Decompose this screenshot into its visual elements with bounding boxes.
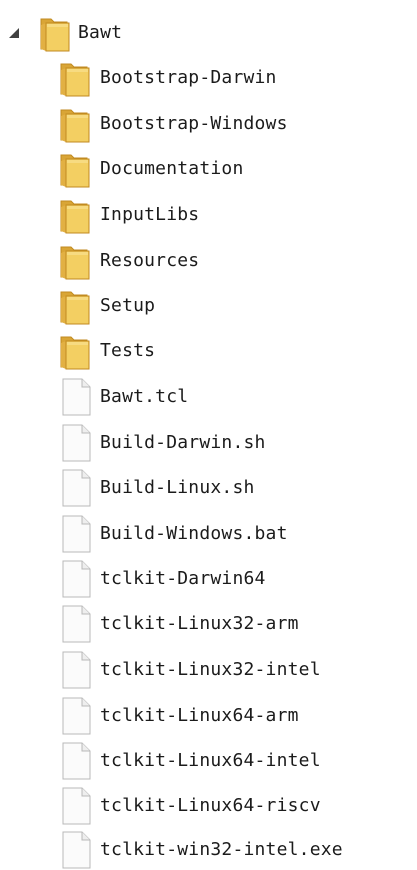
tree-node-label: Build-Windows.bat	[100, 523, 288, 544]
tree-node-folder[interactable]: InputLibs	[0, 195, 417, 235]
tree-node-label: tclkit-Linux64-intel	[100, 750, 321, 771]
file-icon	[60, 741, 94, 781]
tree-node-label: Bootstrap-Windows	[100, 113, 288, 134]
file-icon	[60, 786, 94, 826]
tree-node-label: Tests	[100, 340, 156, 361]
tree-node-label: tclkit-win32-intel.exe	[100, 839, 343, 860]
folder-icon	[38, 13, 72, 53]
folder-icon	[58, 241, 92, 281]
tree-node-label: Bawt	[78, 22, 123, 43]
tree-node-folder[interactable]: Bootstrap-Windows	[0, 104, 417, 144]
tree-node-folder[interactable]: Bootstrap-Darwin	[0, 58, 417, 98]
file-icon	[60, 559, 94, 599]
tree-node-label: Documentation	[100, 158, 244, 179]
tree-node-label: Build-Linux.sh	[100, 477, 255, 498]
tree-node-file[interactable]: tclkit-Darwin64	[0, 559, 417, 599]
tree-node-label: Resources	[100, 250, 200, 271]
file-icon	[60, 830, 94, 870]
folder-icon	[58, 195, 92, 235]
tree-node-label: Bawt.tcl	[100, 386, 189, 407]
tree-node-label: Bootstrap-Darwin	[100, 67, 277, 88]
tree-node-file[interactable]: Build-Darwin.sh	[0, 423, 417, 463]
tree-node-file[interactable]: Bawt.tcl	[0, 377, 417, 417]
tree-node-label: tclkit-Linux32-intel	[100, 659, 321, 680]
folder-icon	[58, 149, 92, 189]
tree-node-file[interactable]: tclkit-Linux32-arm	[0, 604, 417, 644]
folder-icon	[58, 104, 92, 144]
tree-node-label: Setup	[100, 295, 156, 316]
tree-node-folder[interactable]: Documentation	[0, 149, 417, 189]
file-icon	[60, 696, 94, 736]
file-icon	[60, 423, 94, 463]
tree-node-label: tclkit-Linux64-arm	[100, 705, 299, 726]
tree-node-file[interactable]: tclkit-win32-intel.exe	[0, 830, 417, 870]
tree-node-file[interactable]: tclkit-Linux64-arm	[0, 696, 417, 736]
tree-node-label: tclkit-Darwin64	[100, 568, 266, 589]
tree-node-file[interactable]: tclkit-Linux64-intel	[0, 741, 417, 781]
tree-node-label: tclkit-Linux32-arm	[100, 613, 299, 634]
tree-node-file[interactable]: Build-Linux.sh	[0, 468, 417, 508]
tree-node-label: tclkit-Linux64-riscv	[100, 795, 321, 816]
tree-node-file[interactable]: tclkit-Linux32-intel	[0, 650, 417, 690]
folder-icon	[58, 58, 92, 98]
folder-icon	[58, 331, 92, 371]
tree-node-folder[interactable]: Resources	[0, 241, 417, 281]
file-icon	[60, 377, 94, 417]
folder-icon	[58, 286, 92, 326]
tree-node-file[interactable]: Build-Windows.bat	[0, 514, 417, 554]
file-icon	[60, 514, 94, 554]
tree-node-label: InputLibs	[100, 204, 200, 225]
tree-node-file[interactable]: tclkit-Linux64-riscv	[0, 786, 417, 826]
file-icon	[60, 650, 94, 690]
file-tree: Bawt Bootstrap-Darwin Bootstrap-Windows	[0, 0, 417, 869]
file-icon	[60, 468, 94, 508]
tree-node-folder[interactable]: Tests	[0, 331, 417, 371]
file-icon	[60, 604, 94, 644]
tree-node-bawt[interactable]: Bawt	[0, 13, 417, 53]
tree-node-folder[interactable]: Setup	[0, 286, 417, 326]
tree-node-label: Build-Darwin.sh	[100, 432, 266, 453]
